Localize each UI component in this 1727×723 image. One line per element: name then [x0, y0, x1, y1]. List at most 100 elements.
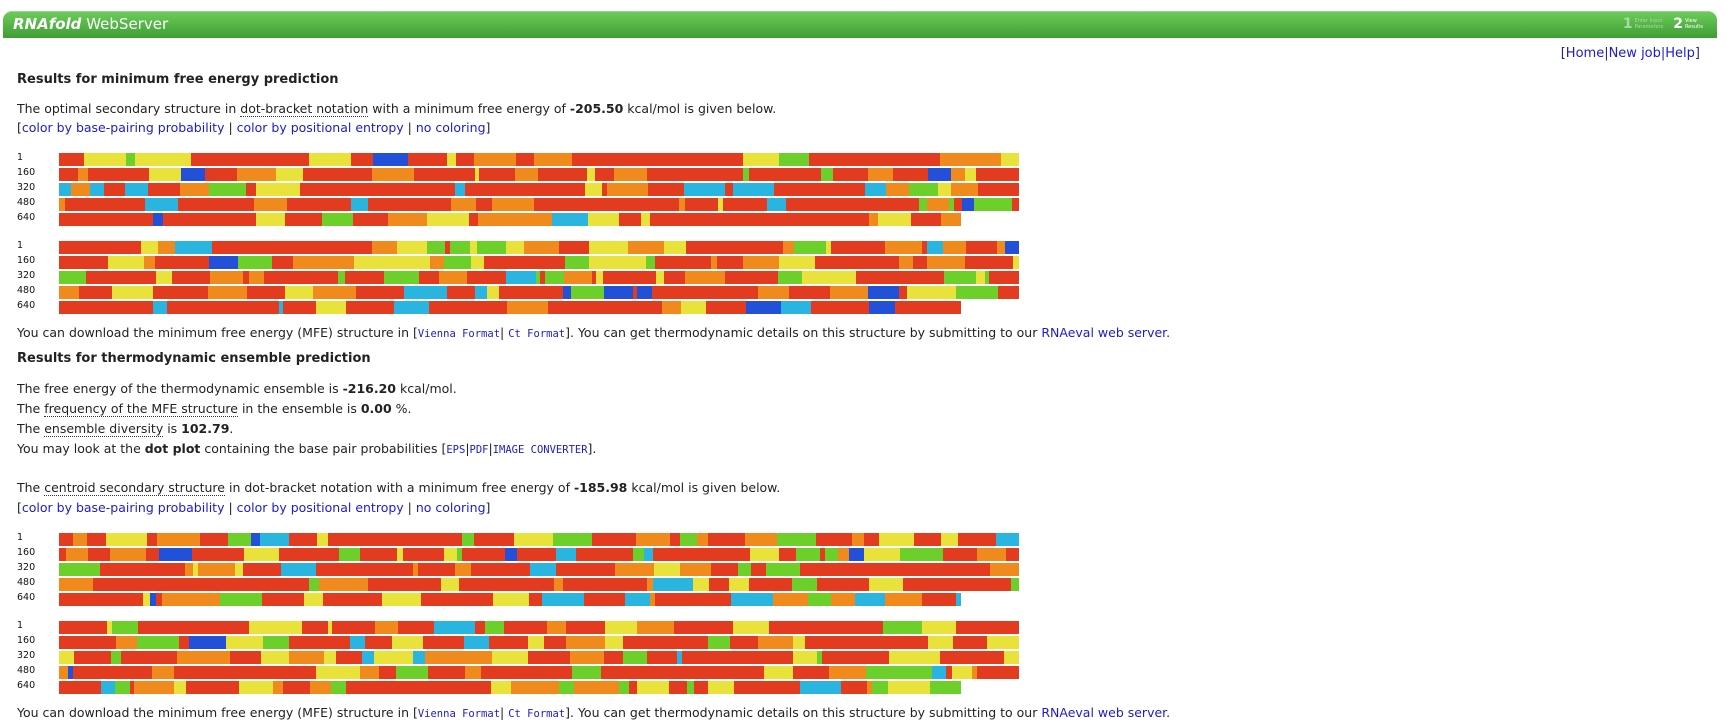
text: ]. You can get thermodynamic details on … [565, 325, 1042, 340]
image-converter-link[interactable]: IMAGE CONVERTER [493, 444, 588, 456]
text: ]. You can get thermodynamic details on … [565, 705, 1042, 720]
text: You can download the minimum free energy… [17, 325, 418, 340]
pdf-link[interactable]: PDF [470, 444, 489, 456]
color-by-entropy-link[interactable]: color by positional entropy [237, 500, 404, 515]
vienna-format-link[interactable]: Vienna Format [418, 708, 500, 720]
line-number: 1 [17, 532, 24, 543]
home-link[interactable]: Home [1566, 46, 1604, 61]
line-number: 160 [17, 167, 36, 178]
text: is [163, 421, 182, 436]
sequence-colored-bar [59, 213, 961, 226]
step-view-results[interactable]: 2 View Results [1673, 16, 1703, 32]
rnaeval-link[interactable]: RNAeval web server [1041, 325, 1166, 340]
centroid-intro: The centroid secondary structure in dot-… [17, 480, 781, 496]
wizard-steps: 1 Enter Input Parameters 2 View Results [1623, 16, 1703, 32]
sequence-colored-bar [59, 183, 1019, 196]
text: . [1166, 705, 1171, 720]
vienna-format-link[interactable]: Vienna Format [418, 328, 500, 340]
text: . [1166, 325, 1171, 340]
structure-colored-bar [59, 256, 1019, 269]
mfe-frequency: The frequency of the MFE structure in th… [17, 401, 412, 417]
text: kcal/mol. [396, 381, 457, 396]
text: kcal/mol is given below. [627, 480, 781, 495]
sequence-colored-bar [59, 168, 1019, 181]
top-nav: [Home|New job|Help] [1560, 46, 1700, 61]
centroid-coloring-options: [color by base-pairing probability | col… [17, 500, 491, 515]
sequence-colored-bar [59, 548, 1019, 561]
dot-bracket-term[interactable]: dot-bracket notation [240, 101, 369, 117]
step-label: Enter Input Parameters [1635, 18, 1664, 30]
line-number: 640 [17, 592, 36, 603]
mfe-download-text: You can download the minimum free energy… [17, 325, 1171, 340]
dot-plot-label: dot plot [144, 441, 201, 456]
text: The free energy of the thermodynamic ens… [17, 381, 343, 396]
mfe-frequency-value: 0.00 [360, 401, 392, 416]
text: in dot-bracket notation with a minimum f… [225, 480, 574, 495]
sequence-colored-bar [59, 578, 1019, 591]
sequence-colored-bar [59, 533, 1019, 546]
line-number: 640 [17, 212, 36, 223]
line-number: 320 [17, 182, 36, 193]
mfe-energy-value: -205.50 [569, 101, 624, 116]
line-number: 320 [17, 562, 36, 573]
structure-colored-bar [59, 286, 1019, 299]
text: with a minimum free energy of [368, 101, 570, 116]
line-number: 160 [17, 547, 36, 558]
structure-colored-bar [59, 271, 1019, 284]
color-by-entropy-link[interactable]: color by positional entropy [237, 120, 404, 135]
text: The [17, 421, 45, 436]
brand-name: RNAfold [13, 15, 82, 33]
color-by-bp-link[interactable]: color by base-pairing probability [22, 500, 225, 515]
rnaeval-link[interactable]: RNAeval web server [1041, 705, 1166, 720]
centroid-structure-term[interactable]: centroid secondary structure [44, 480, 225, 496]
text: The [17, 480, 45, 495]
step-enter-input[interactable]: 1 Enter Input Parameters [1623, 16, 1663, 32]
eps-link[interactable]: EPS [446, 444, 465, 456]
line-number: 320 [17, 270, 36, 281]
no-coloring-link[interactable]: no coloring [416, 120, 486, 135]
brand-suffix: WebServer [86, 15, 169, 33]
ensemble-title: Results for thermodynamic ensemble predi… [17, 351, 371, 366]
text: The [17, 401, 45, 416]
structure-colored-bar [59, 621, 1019, 634]
structure-colored-bar [59, 636, 1019, 649]
sequence-colored-bar [59, 198, 1019, 211]
step-label: View Results [1685, 18, 1703, 30]
text: You may look at the [17, 441, 145, 456]
text: in the ensemble is [237, 401, 361, 416]
line-number: 1 [17, 620, 24, 631]
structure-colored-bar [59, 681, 961, 694]
new-job-link[interactable]: New job [1609, 46, 1661, 61]
step-label-line-2: Parameters [1634, 24, 1664, 30]
centroid-download-text: You can download the minimum free energy… [17, 705, 1171, 720]
ensemble-diversity-value: 102.79 [181, 421, 230, 436]
step-label-line-2: Results [1684, 24, 1703, 30]
mfe-intro: The optimal secondary structure in dot-b… [17, 101, 776, 117]
text: containing the base pair probabilities [ [200, 441, 447, 456]
ensemble-diversity-term[interactable]: ensemble diversity [44, 421, 164, 437]
ct-format-link[interactable]: Ct Format [508, 708, 565, 720]
structure-colored-bar [59, 651, 1019, 664]
ct-format-link[interactable]: Ct Format [508, 328, 565, 340]
mfe-frequency-term[interactable]: frequency of the MFE structure [44, 401, 238, 417]
sequence-colored-bar [59, 563, 1019, 576]
text: ]. [587, 441, 597, 456]
sequence-colored-bar [59, 153, 1019, 166]
line-number: 320 [17, 650, 36, 661]
ensemble-diversity: The ensemble diversity is 102.79. [17, 421, 234, 437]
line-number: 160 [17, 635, 36, 646]
dot-plot-text: You may look at the dot plot containing … [17, 441, 597, 456]
app-brand[interactable]: RNAfold WebServer [13, 15, 168, 33]
line-number: 480 [17, 577, 36, 588]
text: . [229, 421, 234, 436]
ensemble-free-energy: The free energy of the thermodynamic ens… [17, 381, 457, 396]
color-by-bp-link[interactable]: color by base-pairing probability [22, 120, 225, 135]
line-number: 160 [17, 255, 36, 266]
help-link[interactable]: Help [1665, 46, 1695, 61]
structure-colored-bar [59, 301, 961, 314]
step-number: 2 [1673, 16, 1683, 32]
no-coloring-link[interactable]: no coloring [416, 500, 486, 515]
line-number: 640 [17, 680, 36, 691]
line-number: 480 [17, 285, 36, 296]
line-number: 640 [17, 300, 36, 311]
